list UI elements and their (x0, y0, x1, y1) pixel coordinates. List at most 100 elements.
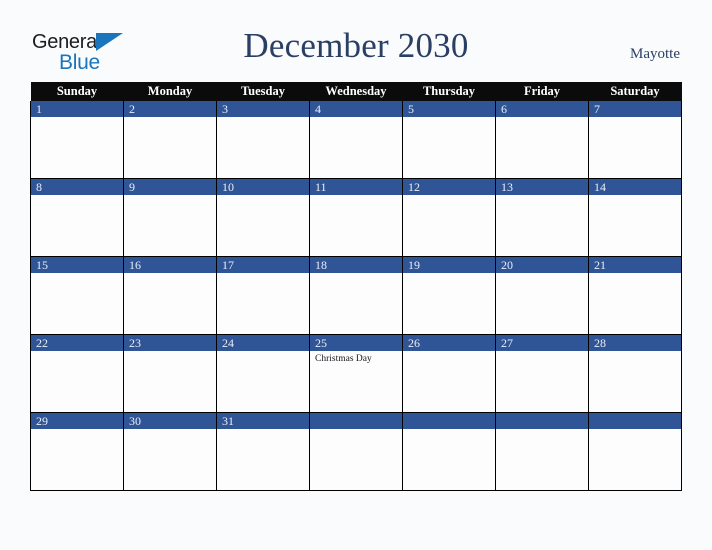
day-number: 22 (31, 335, 123, 351)
calendar-day-cell[interactable]: 18 (309, 256, 403, 335)
day-number (403, 413, 495, 429)
day-cell-body (403, 117, 495, 177)
calendar-day-cell[interactable]: 19 (402, 256, 496, 335)
calendar-grid: Sunday Monday Tuesday Wednesday Thursday… (30, 82, 682, 491)
calendar-day-cell[interactable]: 8 (30, 178, 124, 257)
day-number: 20 (496, 257, 588, 273)
calendar-day-cell[interactable]: 14 (588, 178, 682, 257)
weekday-header-saturday: Saturday (588, 82, 682, 101)
day-number: 13 (496, 179, 588, 195)
calendar-empty-cell (588, 412, 682, 491)
calendar-day-cell[interactable]: 2 (123, 101, 217, 179)
weekday-header-tuesday: Tuesday (216, 82, 310, 101)
day-number: 9 (124, 179, 216, 195)
calendar-day-cell[interactable]: 15 (30, 256, 124, 335)
page-title: December 2030 (243, 26, 469, 65)
day-cell-body (217, 429, 309, 489)
day-cell-body (124, 117, 216, 177)
calendar-day-cell[interactable]: 28 (588, 334, 682, 413)
day-cell-body (496, 429, 588, 489)
weekday-header-row: Sunday Monday Tuesday Wednesday Thursday… (30, 82, 682, 101)
day-number: 18 (310, 257, 402, 273)
day-number: 8 (31, 179, 123, 195)
day-cell-body (589, 351, 681, 411)
day-cell-body (217, 351, 309, 411)
day-cell-body (403, 429, 495, 489)
day-cell-body (124, 351, 216, 411)
calendar-day-cell[interactable]: 21 (588, 256, 682, 335)
day-number: 27 (496, 335, 588, 351)
calendar-day-cell[interactable]: 26 (402, 334, 496, 413)
calendar-day-cell[interactable]: 7 (588, 101, 682, 179)
weekday-header-thursday: Thursday (402, 82, 496, 101)
day-cell-body (589, 429, 681, 489)
day-cell-body (589, 117, 681, 177)
weekday-header-sunday: Sunday (30, 82, 124, 101)
day-cell-body (31, 195, 123, 255)
calendar-day-cell[interactable]: 5 (402, 101, 496, 179)
calendar-empty-cell (495, 412, 589, 491)
calendar-week-row: 1234567 (30, 101, 682, 179)
calendar-day-cell[interactable]: 10 (216, 178, 310, 257)
weekday-header-monday: Monday (123, 82, 217, 101)
calendar-day-cell[interactable]: 31 (216, 412, 310, 491)
day-cell-body (403, 195, 495, 255)
calendar-day-cell[interactable]: 11 (309, 178, 403, 257)
calendar-day-cell[interactable]: 29 (30, 412, 124, 491)
day-cell-body (217, 117, 309, 177)
day-number: 16 (124, 257, 216, 273)
calendar-day-cell[interactable]: 17 (216, 256, 310, 335)
calendar-day-cell[interactable]: 3 (216, 101, 310, 179)
day-cell-body (31, 429, 123, 489)
calendar-day-cell[interactable]: 25 Christmas Day (309, 334, 403, 413)
calendar-day-cell[interactable]: 13 (495, 178, 589, 257)
calendar-day-cell[interactable]: 16 (123, 256, 217, 335)
day-number: 6 (496, 101, 588, 117)
day-cell-body (124, 195, 216, 255)
day-number: 3 (217, 101, 309, 117)
calendar-day-cell[interactable]: 4 (309, 101, 403, 179)
day-number (310, 413, 402, 429)
day-cell-body (496, 273, 588, 333)
day-cell-body (310, 117, 402, 177)
day-number: 29 (31, 413, 123, 429)
weekday-header-friday: Friday (495, 82, 589, 101)
calendar-week-row: 22 23 24 25 Christmas Day 26 27 28 (30, 334, 682, 413)
day-cell-body (217, 195, 309, 255)
day-number: 26 (403, 335, 495, 351)
calendar-day-cell[interactable]: 12 (402, 178, 496, 257)
day-cell-body (496, 195, 588, 255)
calendar-week-row: 29 30 31 (30, 412, 682, 491)
calendar-day-cell[interactable]: 20 (495, 256, 589, 335)
day-number: 21 (589, 257, 681, 273)
day-cell-body (589, 195, 681, 255)
day-cell-body (31, 117, 123, 177)
calendar-week-row: 8 9 10 11 12 13 14 (30, 178, 682, 257)
day-number: 12 (403, 179, 495, 195)
calendar-empty-cell (402, 412, 496, 491)
day-number: 31 (217, 413, 309, 429)
day-cell-body (124, 429, 216, 489)
day-cell-body: Christmas Day (310, 351, 402, 411)
calendar-week-row: 15 16 17 18 19 20 21 (30, 256, 682, 335)
day-number: 19 (403, 257, 495, 273)
calendar-body: 1 2 3 4 5 6 7 8 9 10 11 12 13 14 15 16 17 18 19 20 21 22 23 24 2… (30, 101, 682, 491)
calendar-day-cell[interactable]: 23 (123, 334, 217, 413)
day-cell-body (403, 273, 495, 333)
day-number: 11 (310, 179, 402, 195)
day-cell-body (310, 429, 402, 489)
calendar-day-cell[interactable]: 22 (30, 334, 124, 413)
calendar-day-cell[interactable]: 30 (123, 412, 217, 491)
day-number: 7 (589, 101, 681, 117)
day-number: 14 (589, 179, 681, 195)
calendar-day-cell[interactable]: 24 (216, 334, 310, 413)
calendar-day-cell[interactable]: 27 (495, 334, 589, 413)
day-cell-body (124, 273, 216, 333)
calendar-day-cell[interactable]: 6 (495, 101, 589, 179)
day-cell-body (496, 351, 588, 411)
calendar-empty-cell (309, 412, 403, 491)
calendar-day-cell[interactable]: 9 (123, 178, 217, 257)
day-number: 4 (310, 101, 402, 117)
day-number (496, 413, 588, 429)
calendar-day-cell[interactable]: 1 (30, 101, 124, 179)
